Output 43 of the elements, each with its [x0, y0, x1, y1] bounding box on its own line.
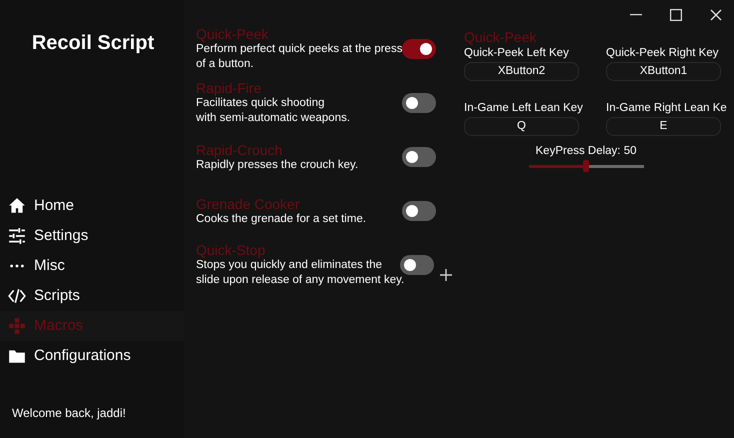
toggle-switch[interactable]	[402, 39, 436, 59]
macro-title: Quick-Stop	[196, 242, 266, 258]
code-icon	[8, 287, 26, 305]
key-bind-button[interactable]: E	[606, 117, 721, 136]
macro-title: Rapid-Crouch	[196, 142, 284, 158]
nav-item[interactable]: Scripts	[0, 281, 184, 311]
toggle-switch[interactable]	[402, 147, 436, 167]
welcome-text: Welcome back, jaddi!	[12, 405, 127, 422]
key-label: In-Game Right Lean Ke	[606, 101, 728, 116]
toggle-switch[interactable]	[402, 201, 436, 221]
macro-description: Stops you quickly and eliminates the slide upon release of any movement key.	[196, 258, 406, 288]
more-icon	[10, 264, 24, 268]
nav-item[interactable]: Home	[0, 191, 184, 221]
slider-thumb[interactable]	[583, 160, 589, 172]
key-bind-button[interactable]: XButton1	[606, 62, 721, 81]
key-bind-button[interactable]: XButton2	[464, 62, 579, 81]
macro-description: Cooks the grenade for a set time.	[196, 212, 368, 226]
macro-description: Perform perfect quick peeks at the press of a button.	[196, 42, 404, 72]
delay-label: KeyPress Delay: 50	[536, 144, 636, 159]
toggle-switch[interactable]	[400, 255, 434, 275]
maximize-icon[interactable]	[670, 9, 682, 21]
section-title: Quick-Peek	[464, 28, 538, 46]
macro-title: Grenade Cooker	[196, 196, 301, 212]
key-label: Quick-Peek Right Key	[606, 46, 720, 61]
key-bind-button[interactable]: Q	[464, 117, 579, 136]
app-title: Recoil Script	[30, 31, 156, 56]
sliders-icon	[8, 227, 26, 245]
toggle-switch[interactable]	[402, 93, 436, 113]
macro-title: Rapid-Fire	[196, 80, 262, 96]
gamepad-icon	[8, 317, 26, 335]
cursor-icon	[440, 269, 452, 281]
key-label: In-Game Left Lean Key	[464, 101, 584, 116]
key-label: Quick-Peek Left Key	[464, 46, 570, 61]
macro-description: Rapidly presses the crouch key.	[196, 158, 360, 172]
nav-item[interactable]: Configurations	[0, 341, 184, 371]
macro-description: Facilitates quick shooting with semi-automatic weapons.	[196, 96, 352, 126]
delay-slider[interactable]	[528, 160, 644, 172]
nav-item[interactable]: Settings	[0, 221, 184, 251]
nav-item[interactable]: Misc	[0, 251, 184, 281]
close-icon[interactable]	[710, 9, 722, 21]
macro-title: Quick-Peek	[196, 26, 270, 42]
home-icon	[8, 197, 26, 215]
minimize-icon[interactable]	[630, 14, 642, 16]
